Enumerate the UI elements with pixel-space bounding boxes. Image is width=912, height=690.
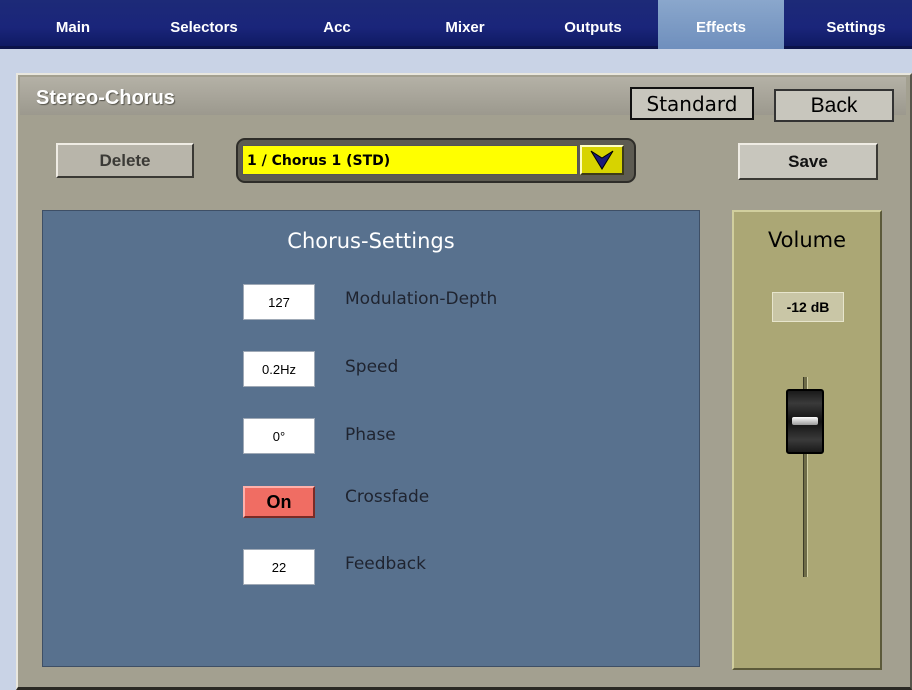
effect-panel: Stereo-Chorus Standard Back Delete 1 / C… bbox=[16, 73, 912, 690]
volume-slider-handle[interactable] bbox=[786, 389, 824, 454]
back-button[interactable]: Back bbox=[774, 89, 894, 122]
save-button[interactable]: Save bbox=[738, 143, 878, 180]
top-nav-bar: Main Selectors Acc Mixer Outputs Effects… bbox=[0, 0, 912, 49]
tab-settings[interactable]: Settings bbox=[806, 0, 906, 46]
settings-title: Chorus-Settings bbox=[287, 229, 455, 253]
volume-box: Volume -12 dB bbox=[732, 210, 882, 670]
page-title: Stereo-Chorus bbox=[36, 87, 175, 109]
preset-selector[interactable]: 1 / Chorus 1 (STD) bbox=[236, 138, 636, 183]
standard-button[interactable]: Standard bbox=[630, 87, 754, 120]
delete-button[interactable]: Delete bbox=[56, 143, 194, 178]
crossfade-label: Crossfade bbox=[345, 487, 430, 507]
tab-selectors[interactable]: Selectors bbox=[148, 0, 260, 46]
nav-spacer bbox=[0, 49, 912, 73]
volume-title: Volume bbox=[767, 228, 847, 252]
phase-value[interactable]: 0° bbox=[243, 418, 315, 454]
phase-label: Phase bbox=[345, 425, 396, 445]
chorus-settings-box: Chorus-Settings 127 Modulation-Depth 0.2… bbox=[42, 210, 700, 667]
feedback-label: Feedback bbox=[345, 554, 426, 574]
tab-effects[interactable]: Effects bbox=[658, 0, 784, 49]
speed-value[interactable]: 0.2Hz bbox=[243, 351, 315, 387]
speed-label: Speed bbox=[345, 357, 399, 377]
volume-value: -12 dB bbox=[772, 292, 844, 322]
tab-acc[interactable]: Acc bbox=[298, 0, 376, 46]
crossfade-toggle[interactable]: On bbox=[243, 486, 315, 518]
tab-outputs[interactable]: Outputs bbox=[540, 0, 646, 46]
tab-mixer[interactable]: Mixer bbox=[420, 0, 510, 46]
chevron-down-icon[interactable] bbox=[580, 145, 624, 175]
feedback-value[interactable]: 22 bbox=[243, 549, 315, 585]
modulation-depth-value[interactable]: 127 bbox=[243, 284, 315, 320]
preset-value[interactable]: 1 / Chorus 1 (STD) bbox=[242, 145, 578, 175]
modulation-depth-label: Modulation-Depth bbox=[345, 289, 498, 309]
tab-main[interactable]: Main bbox=[42, 0, 104, 46]
